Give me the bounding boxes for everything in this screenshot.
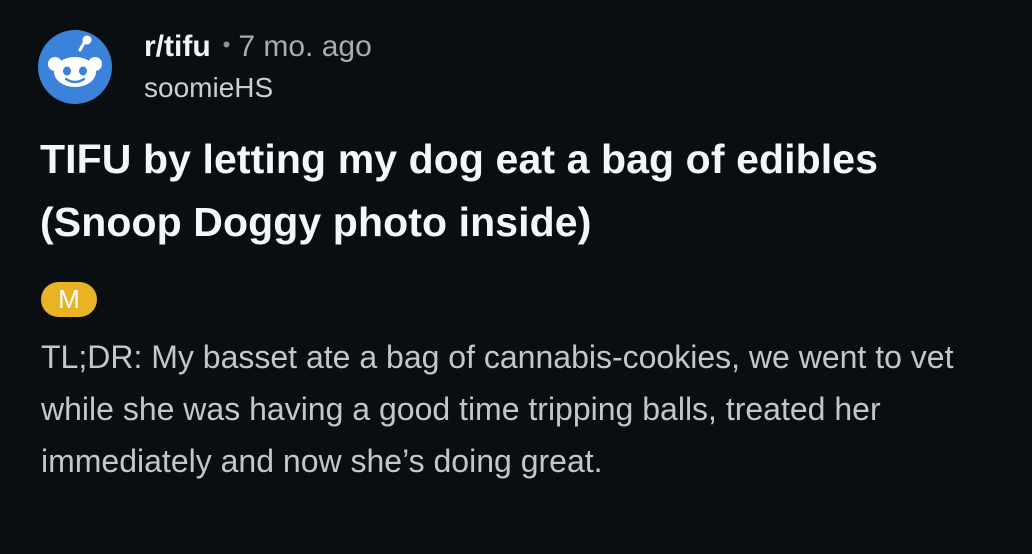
post-meta-top: r/tifu • 7 mo. ago	[144, 28, 372, 68]
post-meta: r/tifu • 7 mo. ago soomieHS	[144, 28, 372, 106]
post-header: r/tifu • 7 mo. ago soomieHS	[38, 28, 372, 106]
subreddit-link[interactable]: r/tifu	[144, 28, 211, 66]
post-time: 7 mo. ago	[238, 30, 372, 63]
author-link[interactable]: soomieHS	[144, 70, 372, 106]
post-flair-badge[interactable]: M	[41, 282, 97, 317]
reddit-snoo-icon	[48, 35, 102, 87]
post-card[interactable]: r/tifu • 7 mo. ago soomieHS TIFU by lett…	[0, 0, 1032, 554]
post-title[interactable]: TIFU by letting my dog eat a bag of edib…	[40, 128, 1000, 254]
subreddit-avatar[interactable]	[38, 30, 112, 104]
meta-separator: •	[222, 32, 231, 57]
post-body: TL;DR: My basset ate a bag of cannabis-c…	[41, 339, 954, 479]
